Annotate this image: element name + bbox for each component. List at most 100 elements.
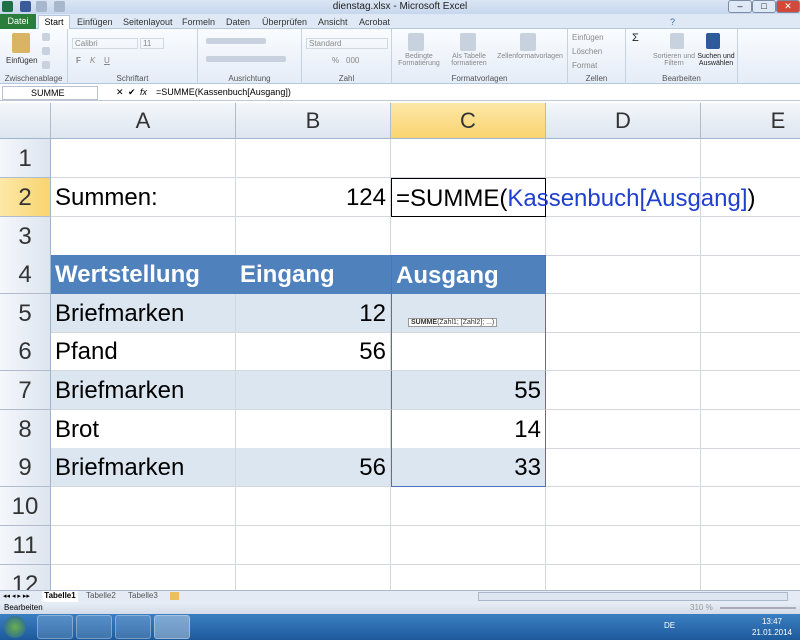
cell-b10[interactable] [236,487,391,526]
cell-b12[interactable] [236,565,391,590]
row-header-9[interactable]: 9 [0,448,51,487]
align-horizontal-icons[interactable] [206,56,286,62]
cell-e10[interactable] [701,487,800,526]
cell-b7[interactable] [236,371,391,410]
cell-a8[interactable]: Brot [51,410,236,449]
cell-d4[interactable] [546,255,701,294]
cell-e12[interactable] [701,565,800,590]
row-header-11[interactable]: 11 [0,526,51,565]
enter-button[interactable]: ✔ [128,87,136,98]
select-all-button[interactable] [0,103,51,139]
cell-c6[interactable] [391,332,546,371]
row-header-12[interactable]: 12 [0,565,51,590]
row-header-1[interactable]: 1 [0,139,51,178]
minimize-button[interactable]: – [728,0,752,13]
cell-d5[interactable] [546,294,701,333]
close-button[interactable]: ✕ [776,0,800,13]
cell-a6[interactable]: Pfand [51,332,236,371]
cell-b1[interactable] [236,139,391,178]
tab-daten[interactable]: Daten [226,15,250,29]
percent-button[interactable]: % [332,56,339,65]
explorer-icon[interactable] [37,615,73,639]
format-as-table-button[interactable]: Als Tabelle formatieren [444,53,494,67]
cell-d8[interactable] [546,410,701,449]
formula-input[interactable]: =SUMME(Kassenbuch[Ausgang]) [156,87,291,97]
media-player-icon[interactable] [76,615,112,639]
cut-icon[interactable] [42,33,50,41]
cell-b9[interactable]: 56 [236,448,391,487]
cell-c10[interactable] [391,487,546,526]
row-header-6[interactable]: 6 [0,332,51,371]
sheet-nav-icon[interactable]: ◂◂ ◂ ▸ ▸▸ [3,592,30,600]
cell-e9[interactable] [701,448,800,487]
row-header-4[interactable]: 4 [0,255,51,294]
format-painter-icon[interactable] [42,61,50,69]
firefox-icon[interactable] [115,615,151,639]
cell-a9[interactable]: Briefmarken [51,448,236,487]
tab-einfuegen[interactable]: Einfügen [77,15,113,29]
tooltip-function[interactable]: SUMME [411,319,437,326]
sort-filter-button[interactable]: Sortieren und Filtern [650,53,698,67]
format-cells-button[interactable]: Format [572,61,597,70]
tab-acrobat[interactable]: Acrobat [359,15,390,29]
sheet-tab-tabelle1[interactable]: Tabelle1 [42,591,78,602]
excel-taskbar-icon[interactable] [154,615,190,639]
cell-a12[interactable] [51,565,236,590]
row-header-10[interactable]: 10 [0,487,51,526]
sheet-tab-tabelle3[interactable]: Tabelle3 [128,591,158,600]
worksheet-grid[interactable]: A B C D E 1 2 Summen: 124 =SUMME(Kassenbuch[… [0,103,800,590]
cell-e3[interactable] [701,217,800,256]
cell-c11[interactable] [391,526,546,565]
tab-ansicht[interactable]: Ansicht [318,15,348,29]
horizontal-scrollbar[interactable] [478,592,788,601]
cell-c3[interactable] [391,217,546,256]
column-header-a[interactable]: A [51,103,236,139]
italic-button[interactable]: K [90,56,95,65]
cell-b11[interactable] [236,526,391,565]
insert-cells-button[interactable]: Einfügen [572,33,604,42]
new-sheet-icon[interactable] [170,592,179,600]
cell-d10[interactable] [546,487,701,526]
find-select-button[interactable]: Suchen und Auswählen [696,53,736,67]
cell-styles-button[interactable]: Zellenformatvorlagen [494,53,566,60]
cell-a7[interactable]: Briefmarken [51,371,236,410]
cell-d9[interactable] [546,448,701,487]
start-button[interactable] [4,616,26,638]
cell-c5[interactable] [391,294,546,333]
tab-datei[interactable]: Datei [0,14,36,29]
cell-e4[interactable] [701,255,800,294]
tab-ueberpruefen[interactable]: Überprüfen [262,15,307,29]
cell-d11[interactable] [546,526,701,565]
cell-d7[interactable] [546,371,701,410]
cell-d12[interactable] [546,565,701,590]
maximize-button[interactable]: □ [752,0,776,13]
tab-start[interactable]: Start [38,15,70,30]
column-header-c[interactable]: C [391,103,546,139]
cell-a4[interactable]: Wertstellung [51,255,236,294]
font-size-select[interactable]: 11 [140,38,164,49]
zoom-level[interactable]: 310 % [690,603,713,612]
column-header-d[interactable]: D [546,103,701,139]
cell-c4[interactable]: Ausgang [391,255,546,294]
cell-e6[interactable] [701,332,800,371]
cell-c1[interactable] [391,139,546,178]
cell-e1[interactable] [701,139,800,178]
cell-e8[interactable] [701,410,800,449]
bold-button[interactable]: F [76,56,81,65]
cell-a11[interactable] [51,526,236,565]
clock-time[interactable]: 13:47 [750,617,794,626]
copy-icon[interactable] [42,47,50,55]
row-header-5[interactable]: 5 [0,294,51,333]
cell-b5[interactable]: 12 [236,294,391,333]
cell-b6[interactable]: 56 [236,332,391,371]
cell-a5[interactable]: Briefmarken [51,294,236,333]
tab-seitenlayout[interactable]: Seitenlayout [123,15,173,29]
cell-c2[interactable]: =SUMME(Kassenbuch[Ausgang]) [391,178,756,217]
cell-d3[interactable] [546,217,701,256]
cell-a3[interactable] [51,217,236,256]
row-header-2[interactable]: 2 [0,178,51,217]
align-icons[interactable] [206,38,266,44]
language-indicator[interactable]: DE [664,621,675,630]
cell-c8[interactable]: 14 [391,410,546,449]
help-icon[interactable]: ? [670,15,675,29]
